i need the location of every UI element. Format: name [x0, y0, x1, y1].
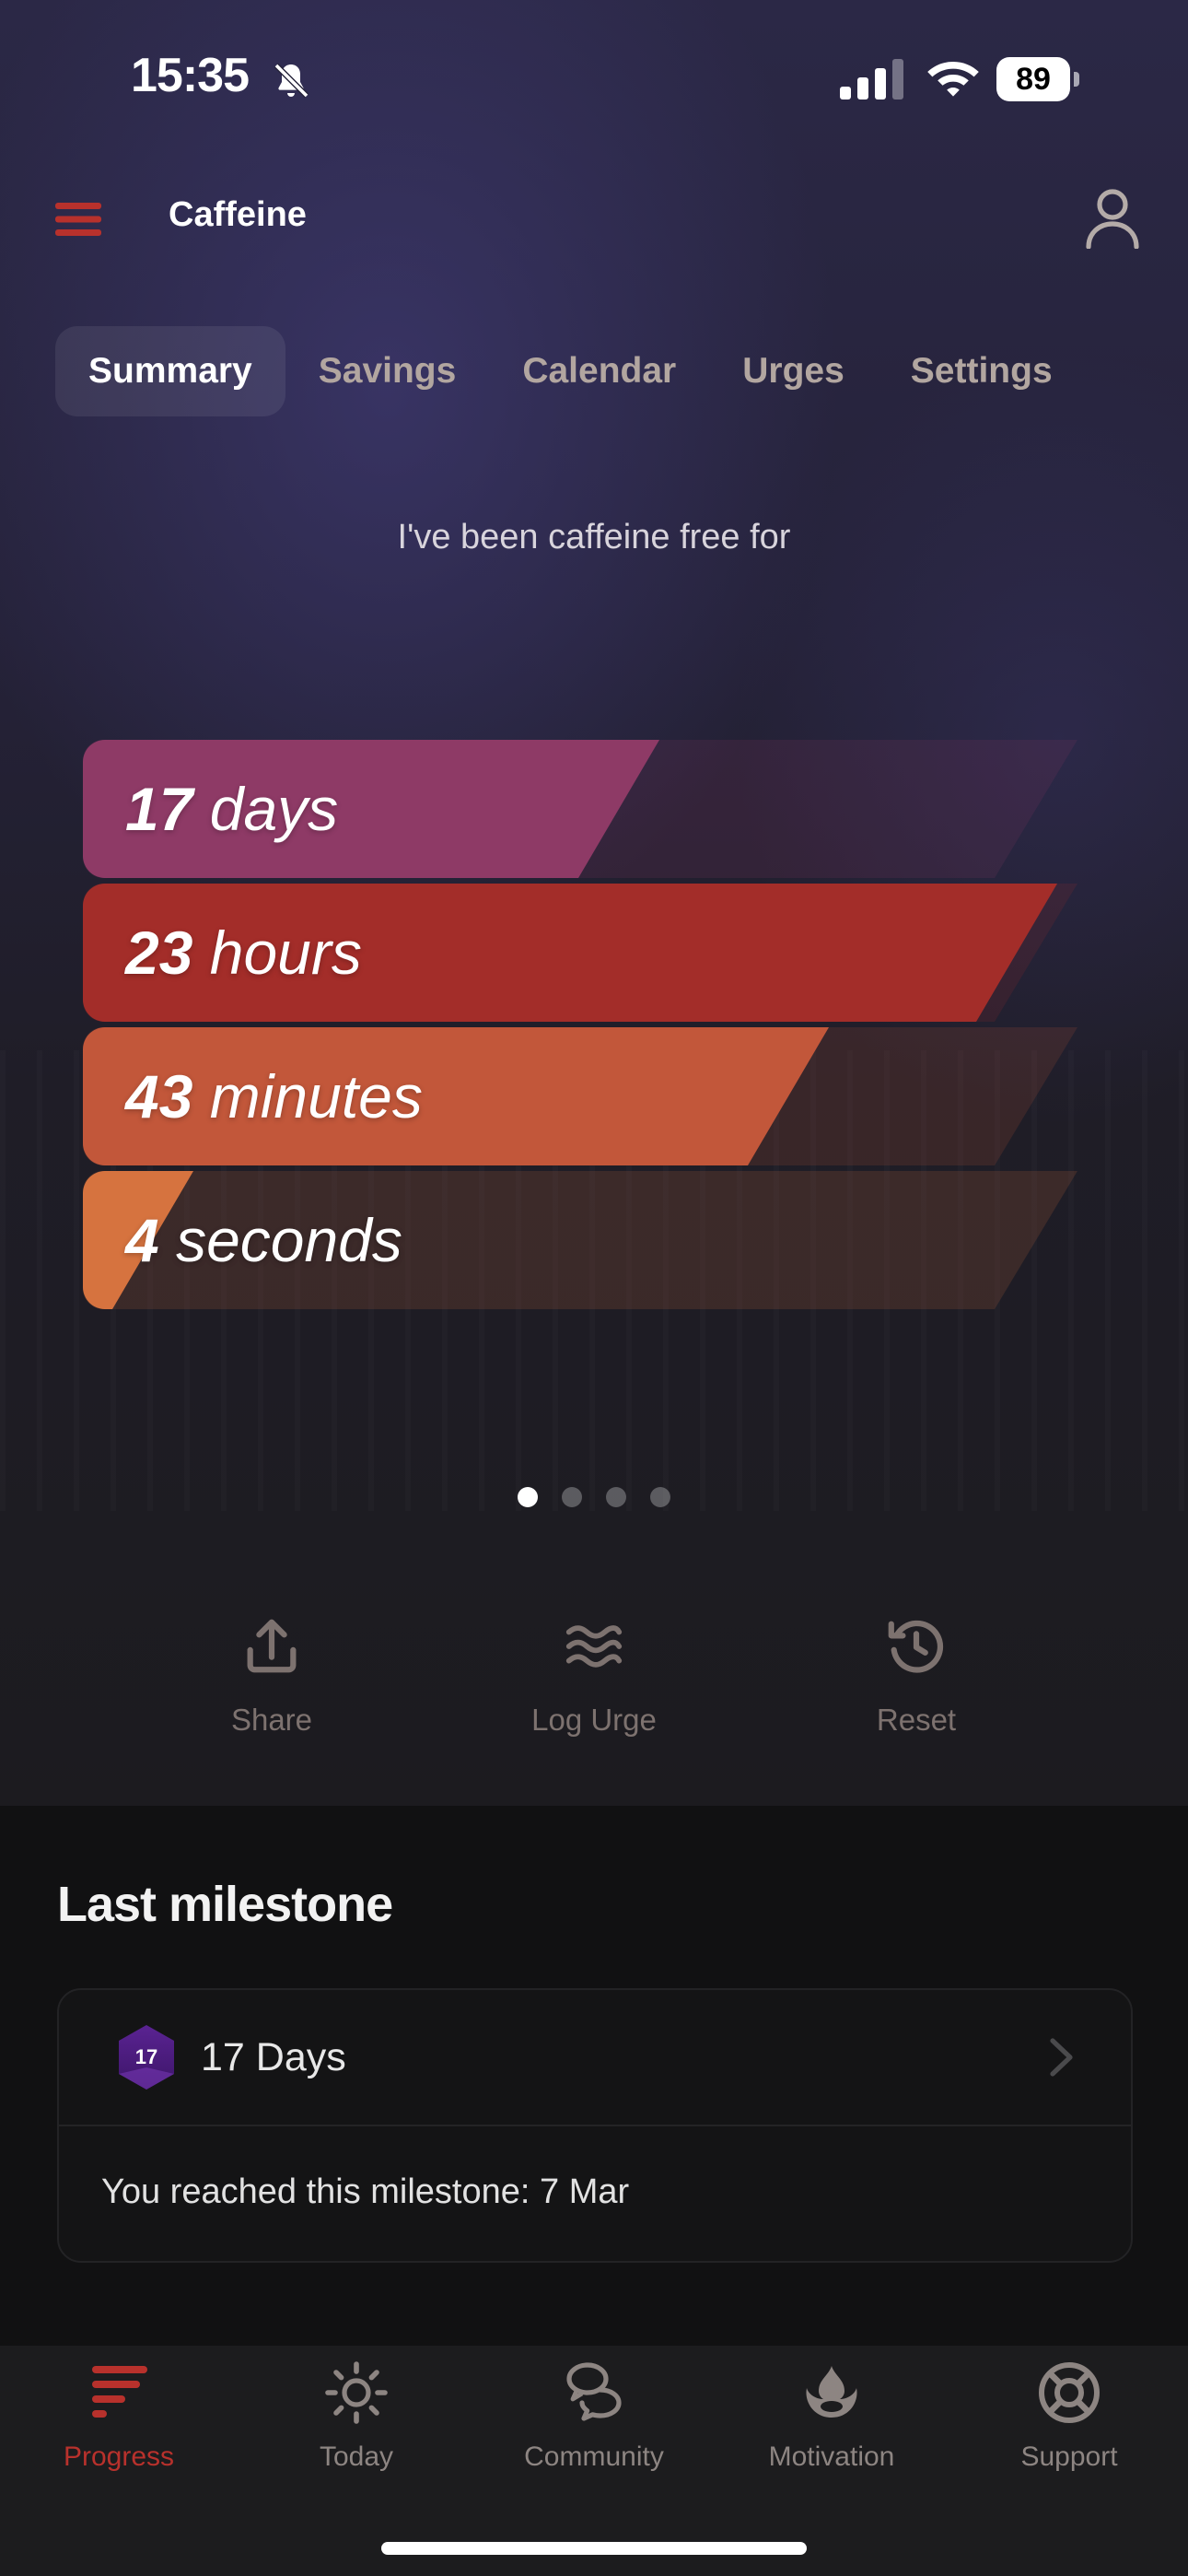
pager-dot[interactable] [606, 1487, 626, 1507]
nav-progress[interactable]: Progress [0, 2359, 238, 2473]
cellular-signal-icon [840, 59, 903, 100]
nav-community[interactable]: Community [475, 2359, 713, 2473]
battery-nub [1074, 72, 1079, 87]
nav-community-label: Community [524, 2441, 664, 2472]
counter-hours: 23 hours [83, 884, 1077, 1022]
milestone-row[interactable]: 17 17 Days [59, 1990, 1131, 2126]
tab-savings[interactable]: Savings [285, 326, 490, 416]
hamburger-menu-icon[interactable] [55, 201, 101, 238]
counter-value: 23 [125, 919, 193, 987]
counter-value: 43 [125, 1062, 193, 1130]
chat-bubbles-icon [566, 2362, 622, 2421]
progress-icon [92, 2366, 147, 2418]
page-indicator[interactable] [0, 1487, 1188, 1507]
nav-today[interactable]: Today [238, 2359, 475, 2473]
milestone-card: 17 17 Days You reached this milestone: 7… [57, 1988, 1133, 2263]
nav-support-label: Support [1020, 2441, 1118, 2472]
log-urge-label: Log Urge [531, 1703, 657, 1737]
tab-calendar[interactable]: Calendar [489, 326, 709, 416]
pager-dot[interactable] [518, 1487, 538, 1507]
share-icon [247, 1619, 297, 1673]
counter-unit: minutes [209, 1062, 423, 1130]
lifebuoy-icon [1039, 2362, 1100, 2423]
counter-text: 17 days [125, 740, 338, 878]
battery-level: 89 [996, 57, 1070, 101]
chevron-right-icon [1050, 2038, 1073, 2077]
nav-support[interactable]: Support [950, 2359, 1188, 2473]
counter-seconds: 4 seconds [83, 1171, 1077, 1309]
tab-summary[interactable]: Summary [55, 326, 285, 416]
battery-indicator: 89 [996, 57, 1079, 101]
reset-button[interactable]: Reset [806, 1614, 1027, 1738]
counter-unit: days [209, 775, 339, 843]
counter-text: 4 seconds [125, 1171, 402, 1309]
waves-icon [565, 1625, 623, 1668]
home-indicator[interactable] [381, 2542, 807, 2555]
sun-icon [325, 2361, 388, 2424]
summary-subtitle: I've been caffeine free for [397, 518, 791, 556]
counter-value: 4 [125, 1206, 159, 1274]
bell-muted-icon [274, 63, 309, 99]
flame-icon [806, 2366, 857, 2418]
wifi-icon [927, 62, 979, 97]
status-time: 15:35 [131, 49, 250, 102]
counter-text: 23 hours [125, 884, 362, 1022]
nav-motivation[interactable]: Motivation [713, 2359, 950, 2473]
milestone-section-title: Last milestone [57, 1877, 393, 1932]
nav-today-label: Today [319, 2441, 394, 2472]
counter-minutes: 43 minutes [83, 1027, 1077, 1165]
milestone-reached-text: You reached this milestone: 7 Mar [101, 2172, 630, 2211]
pager-dot[interactable] [650, 1487, 670, 1507]
log-urge-button[interactable]: Log Urge [483, 1614, 705, 1738]
page-title: Caffeine [169, 195, 307, 234]
nav-motivation-label: Motivation [768, 2441, 895, 2472]
history-icon [888, 1620, 944, 1673]
milestone-name: 17 Days [201, 2035, 346, 2079]
counter-days: 17 days [83, 740, 1077, 878]
status-bar: 15:35 89 [0, 0, 1188, 157]
share-button[interactable]: Share [161, 1614, 382, 1738]
counter-text: 43 minutes [125, 1027, 423, 1165]
profile-icon[interactable] [1085, 188, 1140, 249]
tab-settings[interactable]: Settings [878, 326, 1086, 416]
tab-bar: Summary Savings Calendar Urges Settings [55, 326, 1086, 416]
share-label: Share [230, 1703, 313, 1737]
counter-value: 17 [125, 775, 193, 843]
counter-unit: hours [209, 919, 362, 987]
nav-progress-label: Progress [63, 2441, 175, 2472]
reset-label: Reset [876, 1703, 957, 1737]
milestone-badge-number: 17 [134, 2045, 158, 2068]
counter-unit: seconds [176, 1206, 402, 1274]
tab-urges[interactable]: Urges [709, 326, 878, 416]
pager-dot[interactable] [562, 1487, 582, 1507]
